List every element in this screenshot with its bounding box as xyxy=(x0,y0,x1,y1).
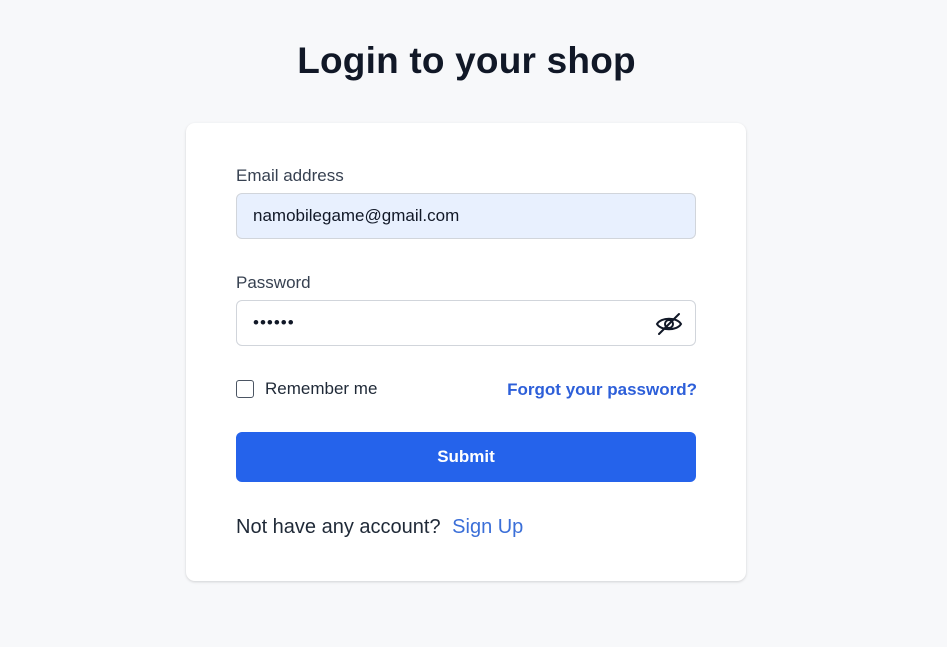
forgot-password-link[interactable]: Forgot your password? xyxy=(507,380,697,400)
password-field[interactable] xyxy=(236,300,696,346)
remember-me-label: Remember me xyxy=(265,379,378,398)
password-label: Password xyxy=(236,273,311,292)
login-card: Email address Password Remember me Forgo… xyxy=(186,123,746,581)
eye-slash-icon[interactable] xyxy=(655,312,683,336)
signup-row: Not have any account? Sign Up xyxy=(236,516,523,539)
remember-me-row: Remember me xyxy=(236,379,377,399)
remember-me-checkbox[interactable] xyxy=(236,380,254,398)
sign-up-link[interactable]: Sign Up xyxy=(452,516,523,538)
signup-prompt: Not have any account? xyxy=(236,516,441,538)
page-title: Login to your shop xyxy=(297,40,636,81)
login-page: Login to your shop Email address Passwor… xyxy=(0,0,947,647)
submit-button[interactable]: Submit xyxy=(236,432,696,482)
email-field[interactable] xyxy=(236,193,696,239)
email-label: Email address xyxy=(236,166,344,185)
